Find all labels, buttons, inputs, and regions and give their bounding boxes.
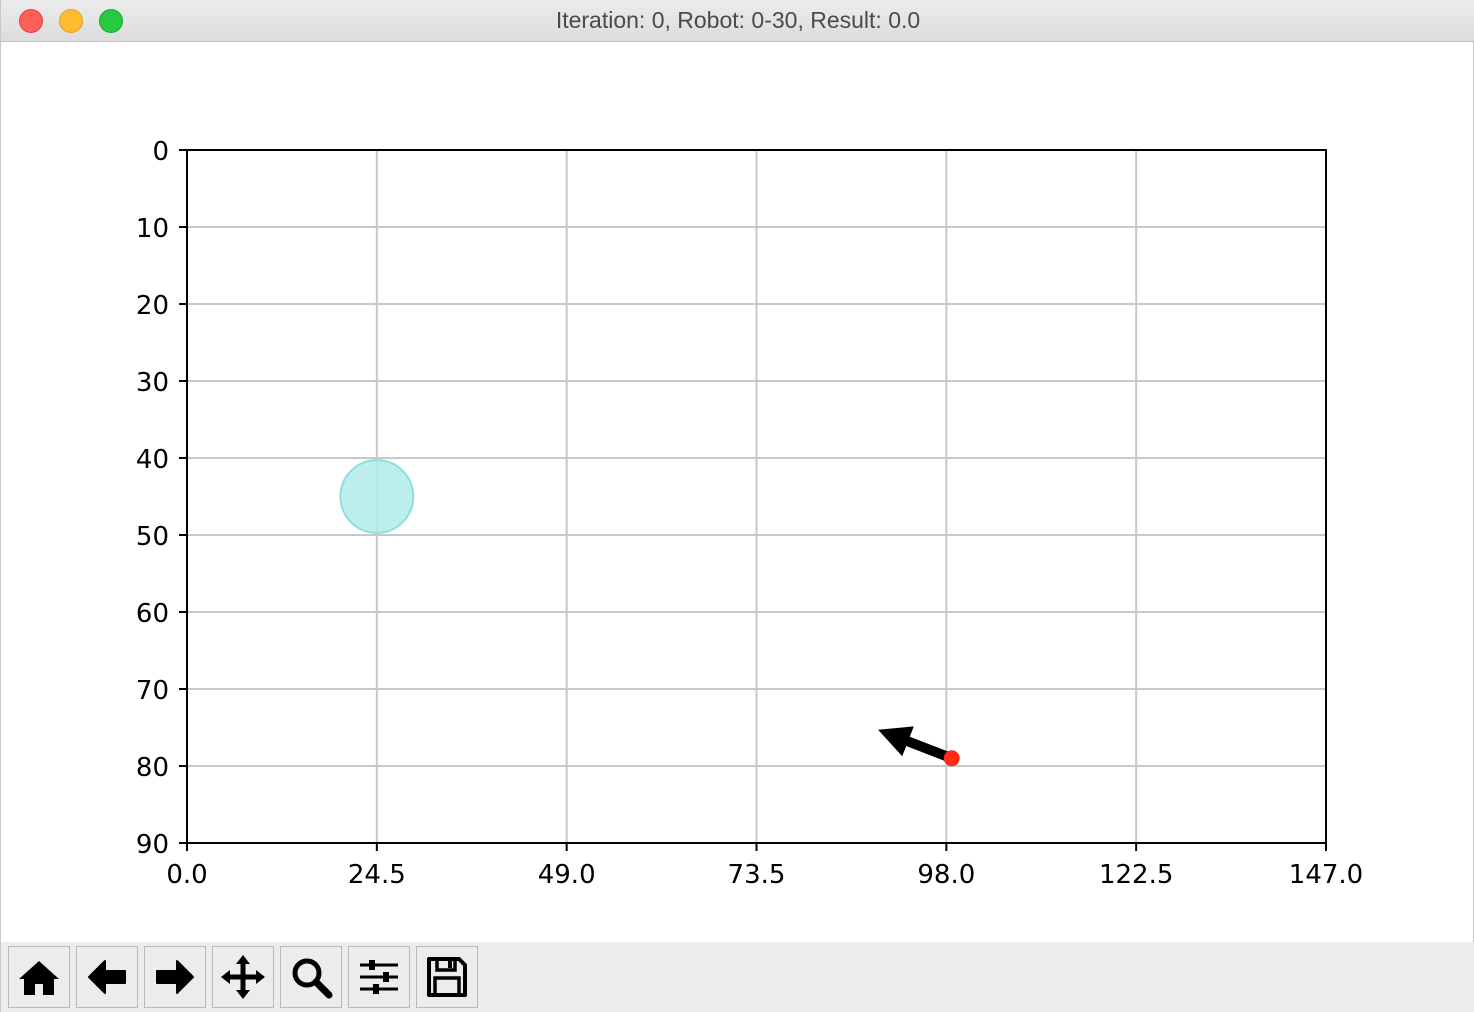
forward-button[interactable]	[144, 946, 206, 1008]
zoom-icon	[292, 958, 333, 999]
save-button[interactable]	[416, 946, 478, 1008]
x-tick-label: 147.0	[1289, 860, 1363, 890]
zoom-button[interactable]	[280, 946, 342, 1008]
navigation-toolbar	[1, 942, 1474, 1012]
x-tick-label: 49.0	[538, 860, 596, 890]
y-tick-label: 40	[136, 445, 169, 475]
y-tick-label: 80	[136, 753, 169, 783]
home-icon	[19, 961, 59, 995]
target-circle	[339, 459, 415, 534]
x-tick-label: 122.5	[1099, 860, 1173, 890]
configure-subplots-icon	[360, 960, 398, 994]
pan-icon	[221, 955, 265, 999]
x-tick-label: 73.5	[728, 860, 786, 890]
pan-button[interactable]	[212, 946, 274, 1008]
y-tick-label: 10	[136, 214, 169, 244]
y-tick-label: 90	[136, 830, 169, 860]
configure-subplots-button[interactable]	[348, 946, 410, 1008]
x-tick-label: 98.0	[917, 860, 975, 890]
heading-arrow	[878, 726, 954, 763]
window-title: Iteration: 0, Robot: 0-30, Result: 0.0	[555, 7, 921, 33]
title-bar[interactable]: Iteration: 0, Robot: 0-30, Result: 0.0	[1, 0, 1474, 42]
plot-marks	[339, 459, 960, 767]
y-tick-label: 60	[136, 599, 169, 629]
x-tick-label: 0.0	[166, 860, 207, 890]
y-tick-label: 50	[136, 522, 169, 552]
save-icon	[427, 957, 467, 997]
plot-canvas[interactable]: 0.0 24.5 49.0 73.5 98.0 122.5 147.0 0 10 20 30 40 50…	[1, 42, 1474, 942]
y-tick-label: 70	[136, 676, 169, 706]
y-tick-label: 20	[136, 291, 169, 321]
robot-marker	[943, 750, 960, 767]
home-button[interactable]	[8, 946, 70, 1008]
back-button[interactable]	[76, 946, 138, 1008]
tick-labels: 0.0 24.5 49.0 73.5 98.0 122.5 147.0 0 10 20 30 40 50…	[136, 137, 1363, 890]
y-tick-label: 30	[136, 368, 169, 398]
plot-window: Iteration: 0, Robot: 0-30, Result: 0.0 0…	[0, 0, 1474, 1012]
forward-arrow-icon	[156, 960, 194, 994]
y-tick-label: 0	[152, 137, 169, 167]
back-arrow-icon	[88, 960, 126, 994]
x-tick-label: 24.5	[348, 860, 406, 890]
